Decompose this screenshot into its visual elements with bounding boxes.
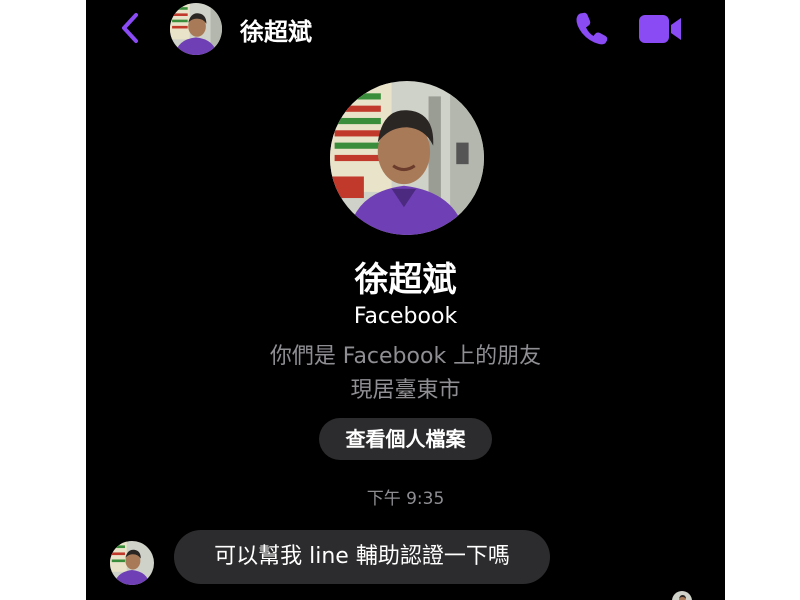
video-camera-icon (639, 15, 681, 43)
profile-avatar[interactable] (330, 81, 484, 235)
call-button[interactable] (574, 10, 610, 46)
message-bubble[interactable]: 可以幫我 line 輔助認證一下嗎 (174, 530, 550, 584)
back-button[interactable] (116, 9, 146, 47)
sender-avatar[interactable] (110, 541, 154, 585)
chevron-left-icon (122, 13, 138, 43)
view-profile-button[interactable]: 查看個人檔案 (319, 418, 492, 460)
friend-status: 你們是 Facebook 上的朋友 (269, 344, 542, 369)
phone-icon (576, 12, 608, 45)
profile-platform: Facebook (353, 304, 458, 329)
messenger-chat-screen: 徐超斌 徐超斌 Facebook 你們是 Facebook 上的朋友 現居臺東市… (86, 0, 725, 600)
avatar-photo (170, 3, 222, 55)
avatar-photo (110, 541, 154, 585)
video-call-button[interactable] (636, 12, 684, 46)
message-timestamp: 下午 9:35 (366, 489, 445, 509)
avatar-photo (672, 591, 692, 600)
profile-name: 徐超斌 (354, 260, 457, 300)
avatar-photo (330, 81, 484, 235)
contact-name[interactable]: 徐超斌 (240, 12, 312, 47)
contact-avatar[interactable] (170, 3, 222, 55)
chat-header: 徐超斌 (86, 0, 725, 58)
profile-location: 現居臺東市 (350, 378, 461, 403)
read-receipt-avatar (672, 591, 692, 600)
